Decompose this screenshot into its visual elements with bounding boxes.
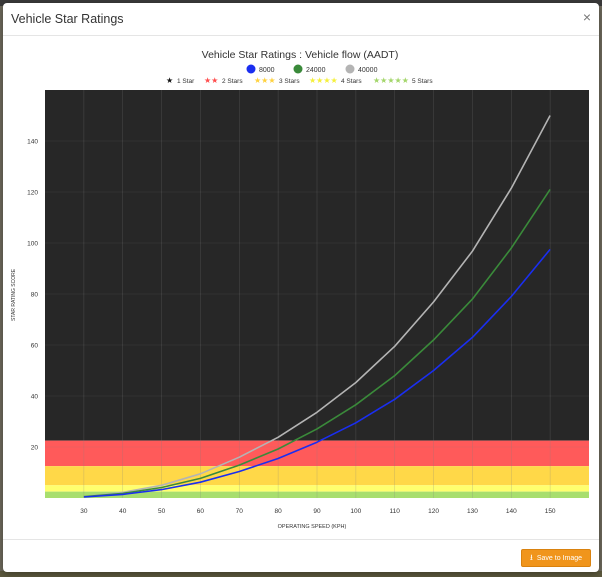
x-tick-label-110: 110 [390, 508, 401, 515]
y-tick-label-140: 140 [27, 139, 38, 146]
x-tick-label-150: 150 [545, 508, 556, 515]
legend-label-40000: 40000 [358, 67, 378, 74]
x-tick-label-60: 60 [197, 508, 205, 515]
star-legend-icon-3: ★★★ [254, 76, 276, 85]
y-tick-label-80: 80 [31, 292, 39, 299]
y-axis-label: STAR RATING SCORE [11, 268, 17, 321]
x-tick-label-70: 70 [236, 508, 244, 515]
star-legend-icon-4: ★★★★ [309, 76, 338, 85]
x-tick-label-30: 30 [80, 508, 88, 515]
star-legend-label-4: 4 Stars [341, 78, 362, 85]
star-legend-label-5: 5 Stars [412, 78, 433, 85]
x-tick-label-50: 50 [158, 508, 166, 515]
star-legend-label-3: 3 Stars [279, 78, 300, 85]
x-tick-label-120: 120 [428, 508, 439, 515]
star-rating-chart: Vehicle Star Ratings : Vehicle flow (AAD… [11, 49, 589, 530]
y-tick-label-20: 20 [31, 445, 39, 452]
star-legend-label-1: 1 Star [177, 78, 195, 85]
star-legend-icon-2: ★★ [204, 76, 218, 85]
legend-marker-24000 [293, 64, 303, 74]
x-tick-label-40: 40 [119, 508, 127, 515]
star-legend-icon-5: ★★★★★ [373, 76, 409, 85]
star-legend-icon-1: ★ [166, 76, 173, 85]
legend-label-8000: 8000 [259, 67, 275, 74]
x-axis-label: OPERATING SPEED (KPH) [278, 524, 347, 530]
y-tick-label-100: 100 [27, 241, 38, 248]
y-tick-label-120: 120 [27, 190, 38, 197]
y-tick-label-40: 40 [31, 394, 39, 401]
star-legend-label-2: 2 Stars [222, 78, 243, 85]
legend-label-24000: 24000 [306, 67, 326, 74]
x-tick-label-140: 140 [506, 508, 517, 515]
x-tick-label-80: 80 [275, 508, 283, 515]
chart-title: Vehicle Star Ratings : Vehicle flow (AAD… [202, 49, 399, 61]
x-tick-label-100: 100 [350, 508, 361, 515]
x-tick-label-90: 90 [313, 508, 321, 515]
y-tick-label-60: 60 [31, 343, 39, 350]
x-tick-label-130: 130 [467, 508, 478, 515]
legend-marker-40000 [345, 64, 355, 74]
legend-marker-8000 [246, 64, 256, 74]
